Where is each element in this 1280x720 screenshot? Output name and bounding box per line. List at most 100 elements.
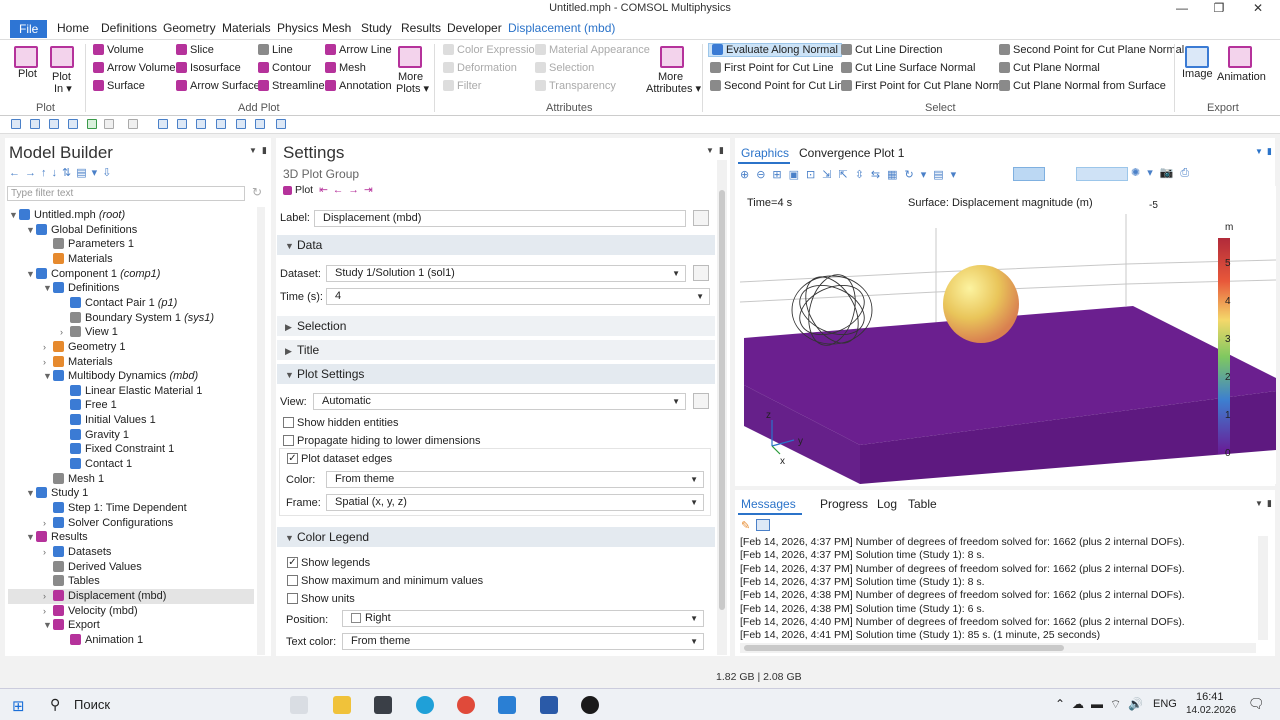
expand-toggle-icon[interactable]: ▼ bbox=[26, 532, 36, 542]
tree-item[interactable]: Mesh 1 bbox=[43, 472, 104, 485]
menu-definitions[interactable]: Definitions bbox=[101, 21, 157, 36]
menu-developer[interactable]: Developer bbox=[447, 21, 502, 36]
section-plot-settings[interactable]: ▼ Plot Settings bbox=[277, 364, 715, 384]
tab-graphics[interactable]: Graphics bbox=[741, 146, 789, 160]
show-units-checkbox[interactable] bbox=[287, 593, 298, 604]
windows-start-icon[interactable]: ⊞ bbox=[12, 697, 25, 715]
tree-item[interactable]: Step 1: Time Dependent bbox=[43, 502, 187, 514]
deformation-button[interactable]: Deformation bbox=[443, 62, 517, 74]
menu-displacement-mbd[interactable]: Displacement (mbd) bbox=[508, 21, 615, 36]
tree-item[interactable]: › View 1 bbox=[60, 326, 118, 338]
cut-plane-normal-button[interactable]: Cut Plane Normal bbox=[999, 62, 1100, 74]
cut-line-direction-button[interactable]: Cut Line Direction bbox=[841, 44, 942, 56]
material-appearance-button[interactable]: Material Appearance bbox=[535, 44, 650, 56]
mesh-button[interactable]: Mesh bbox=[325, 62, 366, 74]
menu-physics[interactable]: Physics bbox=[277, 21, 318, 36]
text-color-select[interactable]: From theme ▼ bbox=[342, 633, 704, 650]
tree-item[interactable]: Initial Values 1 bbox=[60, 414, 156, 426]
pin-icon[interactable]: ▮ bbox=[1267, 498, 1272, 509]
arrow-line-button[interactable]: Arrow Line bbox=[325, 44, 392, 56]
tab-log[interactable]: Log bbox=[877, 497, 897, 511]
clear-mesh-icon[interactable] bbox=[236, 119, 246, 129]
expand-toggle-icon[interactable]: ▼ bbox=[26, 269, 36, 279]
tree-item[interactable]: Parameters 1 bbox=[43, 238, 134, 250]
reset-label-button[interactable] bbox=[693, 210, 709, 226]
propagate-hiding-checkbox[interactable] bbox=[283, 435, 294, 446]
volume-button[interactable]: Volume bbox=[93, 44, 144, 56]
expand-toggle-icon[interactable]: › bbox=[60, 327, 70, 337]
close-icon[interactable]: ✕ bbox=[1240, 0, 1276, 18]
show-legends-checkbox[interactable]: ✓ bbox=[287, 557, 298, 568]
expand-toggle-icon[interactable]: ▼ bbox=[9, 210, 19, 220]
graphics-canvas[interactable]: z y x Time=4 s Surface: Displacement mag… bbox=[736, 186, 1276, 484]
menu-file[interactable]: File bbox=[10, 20, 48, 38]
redo-icon[interactable] bbox=[128, 119, 138, 129]
clock-time[interactable]: 16:41 bbox=[1196, 691, 1224, 703]
section-data[interactable]: ▼ Data bbox=[277, 235, 715, 255]
tree-item[interactable]: ▼ Study 1 bbox=[26, 487, 88, 499]
save-as-icon[interactable] bbox=[68, 119, 78, 129]
navigation-arrows-icon[interactable]: ⇤←→⇥ bbox=[319, 184, 378, 196]
tree-item[interactable]: Animation 1 bbox=[60, 633, 143, 646]
undo-icon[interactable] bbox=[104, 119, 114, 129]
tree-item[interactable]: ▼ Multibody Dynamics (mbd) bbox=[43, 370, 198, 382]
messages-hscroll-thumb[interactable] bbox=[744, 645, 1064, 651]
tab-progress[interactable]: Progress bbox=[820, 497, 868, 511]
chevron-down-icon[interactable]: ▼ bbox=[1255, 147, 1263, 156]
notifications-icon[interactable]: 🗨 bbox=[1248, 696, 1265, 712]
section-selection[interactable]: ▶ Selection bbox=[277, 316, 715, 336]
settings-scroll-thumb[interactable] bbox=[719, 190, 725, 610]
time-select[interactable]: 4 ▼ bbox=[326, 288, 710, 305]
new-file-icon[interactable] bbox=[11, 119, 21, 129]
view-goto-button[interactable] bbox=[693, 393, 709, 409]
paste-icon[interactable] bbox=[177, 119, 187, 129]
arrow-volume-button[interactable]: Arrow Volume bbox=[93, 62, 175, 74]
transparency-button[interactable]: Transparency bbox=[535, 80, 616, 92]
image-button[interactable]: Image bbox=[1182, 68, 1213, 80]
expand-toggle-icon[interactable]: › bbox=[43, 547, 53, 557]
tree-item[interactable]: Gravity 1 bbox=[60, 428, 129, 441]
model-tree-scrollbar[interactable] bbox=[257, 207, 265, 655]
dataset-select[interactable]: Study 1/Solution 1 (sol1) ▼ bbox=[326, 265, 686, 282]
recorder-icon[interactable] bbox=[581, 696, 599, 714]
refresh-icon[interactable]: ↻ bbox=[252, 185, 262, 199]
tree-item[interactable]: › Geometry 1 bbox=[43, 340, 125, 353]
tree-item[interactable]: Materials bbox=[43, 252, 113, 265]
evaluate-along-normal-button[interactable]: Evaluate Along Normal bbox=[708, 43, 842, 57]
duplicate-icon[interactable] bbox=[196, 119, 206, 129]
annotation-button[interactable]: Annotation bbox=[325, 80, 392, 92]
cut-plane-normal-surface-button[interactable]: Cut Plane Normal from Surface bbox=[999, 80, 1166, 92]
windows-icon[interactable] bbox=[276, 119, 286, 129]
clear-messages-icon[interactable]: ✎ bbox=[741, 519, 753, 532]
open-file-icon[interactable] bbox=[30, 119, 40, 129]
expand-toggle-icon[interactable]: ▼ bbox=[43, 283, 53, 293]
chevron-down-icon[interactable]: ▼ bbox=[1255, 499, 1263, 508]
terminal-icon[interactable] bbox=[374, 696, 392, 714]
pin-icon[interactable]: ▮ bbox=[1267, 146, 1272, 157]
view-select[interactable]: Automatic ▼ bbox=[313, 393, 686, 410]
save-icon[interactable] bbox=[49, 119, 59, 129]
graphics-toolbar[interactable]: ⊕⊖⊞▣⊡⇲⇱⇳⇆▦↻▾▤▾ bbox=[740, 168, 963, 181]
slice-button[interactable]: Slice bbox=[176, 44, 214, 56]
expand-toggle-icon[interactable]: › bbox=[43, 342, 53, 352]
tree-item[interactable]: Free 1 bbox=[60, 399, 117, 411]
clock-date[interactable]: 14.02.2026 bbox=[1186, 705, 1236, 716]
expand-toggle-icon[interactable]: › bbox=[43, 357, 53, 367]
tree-toolbar[interactable]: ←→↑↓⇅▤▾⇩ bbox=[9, 166, 116, 179]
system-tray-icons[interactable]: ⌃☁▬⌔🔊 bbox=[1055, 697, 1150, 712]
label-input[interactable]: Displacement (mbd) bbox=[314, 210, 686, 227]
expand-toggle-icon[interactable]: ▼ bbox=[43, 620, 53, 630]
menu-home[interactable]: Home bbox=[57, 21, 89, 36]
tree-item[interactable]: ▼ Global Definitions bbox=[26, 223, 137, 236]
filter-button[interactable]: Filter bbox=[443, 80, 481, 92]
contour-button[interactable]: Contour bbox=[258, 62, 311, 74]
tree-item[interactable]: › Datasets bbox=[43, 545, 111, 558]
second-point-cut-plane-button[interactable]: Second Point for Cut Plane Normal bbox=[999, 44, 1184, 56]
show-maxmin-checkbox[interactable] bbox=[287, 575, 298, 586]
more-plots-button-line2[interactable]: Plots ▾ bbox=[396, 82, 429, 95]
restore-icon[interactable]: ❐ bbox=[1201, 0, 1237, 18]
tree-item[interactable]: ▼ Component 1 (comp1) bbox=[26, 267, 160, 280]
edge-color-select[interactable]: From theme ▼ bbox=[326, 471, 704, 488]
language-indicator[interactable]: ENG bbox=[1153, 698, 1177, 710]
expand-toggle-icon[interactable]: › bbox=[43, 606, 53, 616]
